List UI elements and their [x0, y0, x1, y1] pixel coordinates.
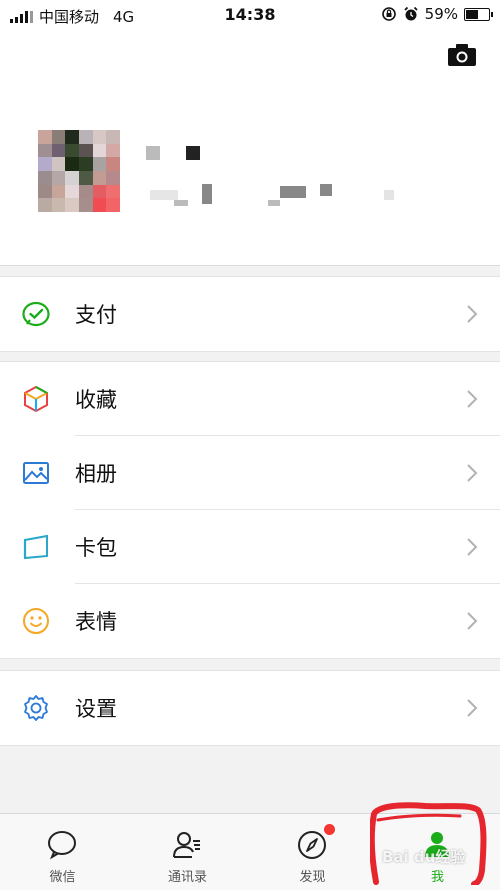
chevron-right-icon [467, 305, 478, 323]
tab-label: 我 [430, 870, 444, 885]
profile-header[interactable] [0, 30, 500, 266]
tab-chats[interactable]: 微信 [0, 814, 125, 890]
card-icon [23, 534, 48, 560]
battery-icon [464, 7, 493, 21]
group-features: 收藏 相册 卡包 表情 [0, 361, 500, 659]
menu-item-label: 收藏 [75, 388, 117, 412]
battery-percent: 59% [424, 5, 458, 23]
status-right: 59% [381, 5, 493, 23]
avatar[interactable] [38, 130, 120, 212]
smile-icon [23, 608, 49, 634]
menu-item-pay[interactable]: 支付 [0, 277, 500, 351]
tab-label: 发现 [299, 870, 326, 885]
menu-item-cards[interactable]: 卡包 [0, 510, 500, 584]
cube-icon [24, 385, 48, 413]
wechat-pay-icon [22, 301, 50, 327]
chevron-right-icon [467, 464, 478, 482]
status-bar: 中国移动 4G 14:38 59% [0, 0, 500, 30]
menu-item-label: 表情 [75, 610, 117, 634]
watermark: Bai du经验 [382, 848, 466, 866]
chevron-right-icon [467, 390, 478, 408]
battery-level [466, 9, 478, 19]
menu-item-stickers[interactable]: 表情 [0, 584, 500, 658]
group-settings: 设置 [0, 670, 500, 746]
menu-item-album[interactable]: 相册 [0, 436, 500, 510]
chevron-right-icon [467, 612, 478, 630]
contacts-icon [173, 832, 200, 858]
tab-label: 微信 [49, 870, 76, 885]
menu-item-label: 设置 [75, 697, 117, 721]
picture-icon [23, 462, 49, 484]
tab-discover[interactable]: 发现 [250, 814, 375, 890]
menu-item-label: 卡包 [75, 536, 117, 560]
chevron-right-icon [467, 699, 478, 717]
rotation-lock-icon [381, 7, 396, 21]
menu-item-favorites[interactable]: 收藏 [0, 362, 500, 436]
alarm-icon [404, 6, 418, 21]
menu-item-label: 支付 [75, 303, 117, 327]
menu-item-settings[interactable]: 设置 [0, 671, 500, 745]
compass-icon [298, 831, 326, 859]
menu-item-label: 相册 [75, 462, 117, 486]
gear-icon [24, 695, 48, 721]
notification-badge [324, 824, 335, 835]
camera-icon[interactable] [448, 44, 476, 66]
chevron-right-icon [467, 538, 478, 556]
group-pay: 支付 [0, 276, 500, 352]
chat-icon [48, 831, 76, 860]
tab-label: 通讯录 [167, 870, 207, 885]
tab-contacts[interactable]: 通讯录 [125, 814, 250, 890]
